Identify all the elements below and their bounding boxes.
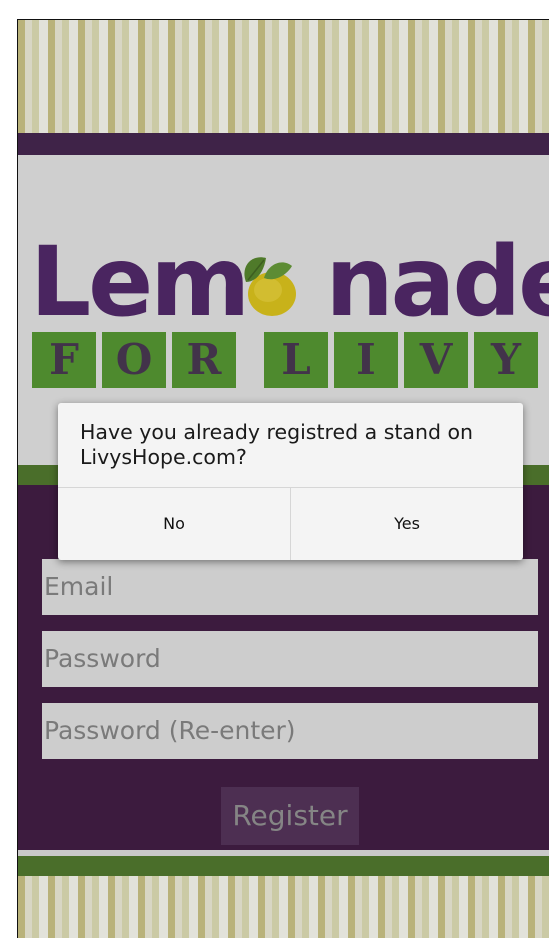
striped-banner-top [18, 20, 549, 133]
logo-word-left: Lem [30, 226, 250, 338]
no-button[interactable]: No [58, 488, 290, 560]
letter-tile: R [172, 332, 236, 388]
dialog-message: Have you already registred a stand on Li… [80, 420, 474, 469]
purple-band-top [18, 133, 549, 155]
letter-tile: L [264, 332, 328, 388]
letter-tile: V [404, 332, 468, 388]
password-field[interactable]: Password [42, 631, 538, 687]
striped-banner-bottom [18, 876, 549, 938]
register-button[interactable]: Register [221, 787, 359, 845]
yes-button[interactable]: Yes [291, 488, 523, 560]
password-reenter-field[interactable]: Password (Re-enter) [42, 703, 538, 759]
logo-word-right: nade [325, 226, 549, 338]
green-band-bottom [18, 856, 549, 876]
for-livy-banner: F O R L I V Y [32, 332, 542, 392]
letter-tile: O [102, 332, 166, 388]
confirm-dialog: Have you already registred a stand on Li… [58, 403, 523, 560]
letter-tile: F [32, 332, 96, 388]
letter-tile: Y [474, 332, 538, 388]
lemon-icon [244, 257, 296, 316]
letter-tile: I [334, 332, 398, 388]
email-field[interactable]: Email [42, 559, 538, 615]
